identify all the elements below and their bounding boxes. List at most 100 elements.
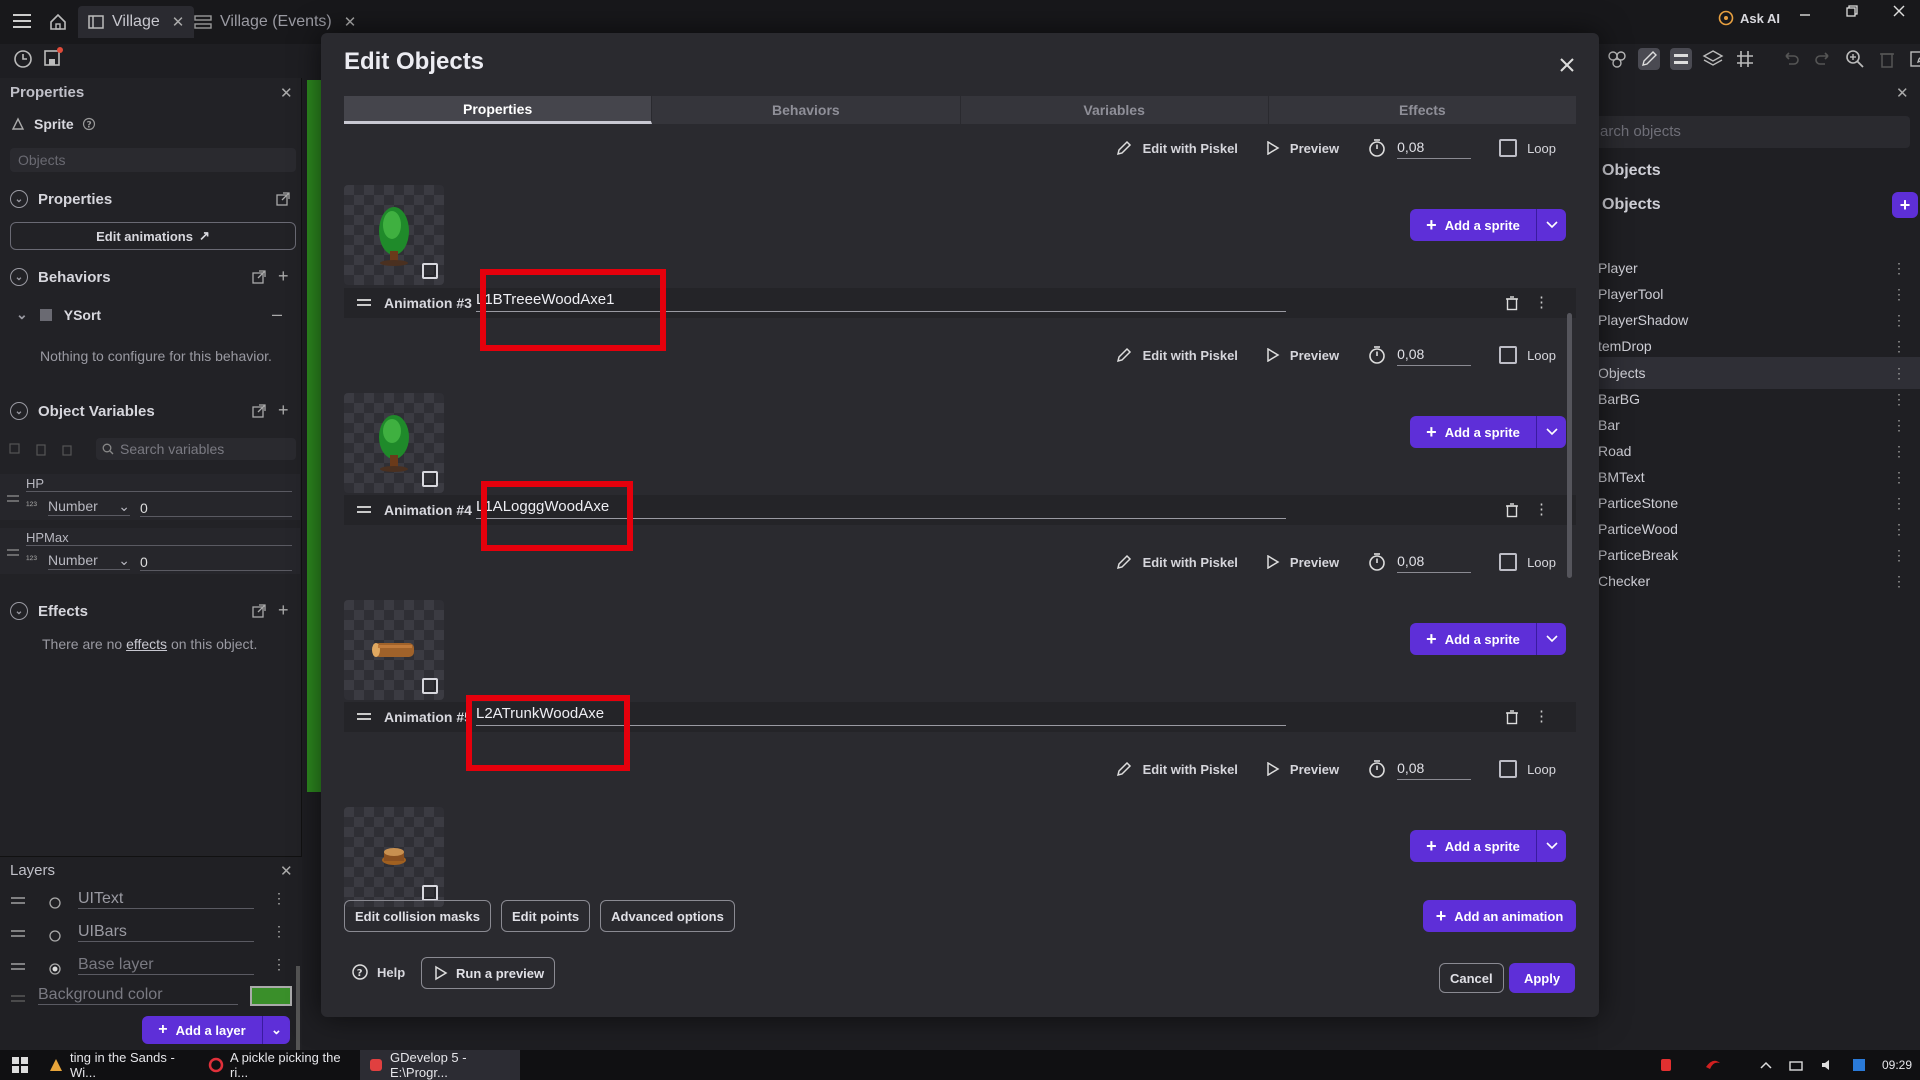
sprite-thumbnail[interactable]: [344, 600, 444, 700]
layer-name[interactable]: UIText: [78, 890, 254, 909]
minimize-icon[interactable]: [1798, 8, 1812, 22]
tab-effects[interactable]: Effects: [1269, 96, 1576, 124]
loop-toggle[interactable]: Loop: [1499, 139, 1556, 157]
add-variable-icon[interactable]: +: [278, 400, 289, 421]
search-variables-input[interactable]: Search variables: [96, 438, 296, 460]
copy-icon[interactable]: [8, 442, 22, 456]
object-name-input[interactable]: Objects: [10, 148, 296, 172]
more-icon[interactable]: ⋮: [1892, 495, 1906, 512]
behavior-ysort[interactable]: ⌄ YSort: [16, 306, 101, 323]
windows-start-icon[interactable]: [0, 1050, 40, 1080]
loop-checkbox[interactable]: [1499, 346, 1518, 364]
close-icon[interactable]: [1553, 51, 1581, 79]
edit-collision-masks-button[interactable]: Edit collision masks: [344, 900, 491, 932]
tray-expand-icon[interactable]: [1752, 1050, 1780, 1080]
open-external-icon[interactable]: [252, 270, 266, 284]
trash-icon[interactable]: [1504, 502, 1520, 518]
loop-toggle[interactable]: Loop: [1499, 553, 1556, 571]
sprite-select-checkbox[interactable]: [422, 678, 438, 694]
add-sprite-button[interactable]: + Add a sprite: [1410, 209, 1566, 241]
behaviors-section-header[interactable]: ⌄ Behaviors: [10, 268, 111, 286]
grid-icon[interactable]: [1734, 48, 1756, 70]
loop-checkbox[interactable]: [1499, 553, 1518, 571]
group-header[interactable]: Objects: [1602, 162, 1661, 180]
chevron-down-icon[interactable]: ⌄: [262, 1016, 290, 1044]
add-sprite-button[interactable]: + Add a sprite: [1410, 830, 1566, 862]
remove-behavior-icon[interactable]: –: [272, 304, 282, 325]
group-header[interactable]: Objects: [1602, 196, 1661, 214]
edit-icon[interactable]: [1638, 48, 1660, 70]
tray-opera-icon[interactable]: [1696, 1050, 1730, 1080]
layers-icon[interactable]: [1702, 48, 1724, 70]
sprite-select-checkbox[interactable]: [422, 471, 438, 487]
object-variables-section-header[interactable]: ⌄ Object Variables: [10, 402, 155, 420]
variable-type-select[interactable]: Number ⌄: [48, 498, 130, 516]
restore-icon[interactable]: [1845, 4, 1859, 18]
drag-handle-icon[interactable]: [356, 298, 372, 308]
window-close-icon[interactable]: [1892, 4, 1906, 18]
variable-value[interactable]: 0: [140, 554, 292, 571]
loop-checkbox[interactable]: [1499, 760, 1518, 778]
more-icon[interactable]: ⋮: [272, 923, 286, 940]
more-icon[interactable]: ⋮: [1892, 417, 1906, 434]
save-icon[interactable]: [42, 46, 64, 68]
edit-animations-button[interactable]: Edit animations ↗: [10, 222, 296, 250]
more-icon[interactable]: ⋮: [272, 890, 286, 907]
trash-icon[interactable]: [1504, 295, 1520, 311]
chevron-down-icon[interactable]: [1536, 209, 1566, 241]
add-effect-icon[interactable]: +: [278, 600, 289, 621]
add-sprite-main[interactable]: + Add a sprite: [1410, 209, 1536, 241]
sprite-select-checkbox[interactable]: [422, 263, 438, 279]
variable-name[interactable]: HPMax: [26, 530, 292, 546]
loop-toggle[interactable]: Loop: [1499, 346, 1556, 364]
animation-speed-input[interactable]: 0,08: [1397, 758, 1472, 780]
delete-icon[interactable]: [60, 442, 74, 456]
more-icon[interactable]: ⋮: [1534, 500, 1549, 518]
more-icon[interactable]: ⋮: [1534, 707, 1549, 725]
more-icon[interactable]: ⋮: [1892, 573, 1906, 590]
taskbar-item[interactable]: GDevelop 5 - E:\Progr...: [360, 1050, 520, 1080]
visibility-toggle-icon[interactable]: [48, 896, 62, 910]
add-sprite-main[interactable]: + Add a sprite: [1410, 416, 1536, 448]
layer-name[interactable]: Base layer: [78, 956, 254, 975]
chevron-down-icon[interactable]: [1536, 416, 1566, 448]
add-layer-button[interactable]: + Add a layer ⌄: [142, 1016, 290, 1044]
more-icon[interactable]: ⋮: [1892, 286, 1906, 303]
scrollbar[interactable]: [1567, 313, 1572, 578]
more-icon[interactable]: ⋮: [1892, 547, 1906, 564]
variable-type-select[interactable]: Number ⌄: [48, 552, 130, 570]
help-icon[interactable]: ?: [82, 117, 96, 131]
scrollbar[interactable]: [296, 966, 300, 1050]
animation-speed-input[interactable]: 0,08: [1397, 344, 1472, 366]
add-sprite-main[interactable]: + Add a sprite: [1410, 623, 1536, 655]
search-objects-input[interactable]: arch objects: [1598, 116, 1910, 148]
preview-button[interactable]: Preview: [1266, 348, 1339, 363]
help-button[interactable]: ? Help: [351, 963, 405, 981]
redo-icon[interactable]: [1812, 48, 1834, 70]
drag-handle-icon[interactable]: [10, 962, 26, 972]
more-icon[interactable]: ⋮: [1892, 312, 1906, 329]
add-layer-main[interactable]: + Add a layer: [142, 1016, 262, 1044]
more-icon[interactable]: ⋮: [1892, 260, 1906, 277]
tray-app-icon[interactable]: [1650, 1050, 1682, 1080]
preview-button[interactable]: Preview: [1266, 762, 1339, 777]
tab-behaviors[interactable]: Behaviors: [652, 96, 961, 124]
taskbar-item[interactable]: A pickle picking the ri...: [200, 1050, 360, 1080]
cancel-button[interactable]: Cancel: [1439, 963, 1504, 993]
properties-section-header[interactable]: ⌄ Properties: [10, 190, 112, 208]
add-sprite-button[interactable]: + Add a sprite: [1410, 416, 1566, 448]
variable-value[interactable]: 0: [140, 500, 292, 517]
tab-village[interactable]: Village ✕: [78, 6, 195, 38]
close-tab-icon[interactable]: ✕: [172, 13, 185, 31]
drag-handle-icon[interactable]: [6, 548, 20, 558]
preview-button[interactable]: Preview: [1266, 555, 1339, 570]
trash-icon[interactable]: [1876, 48, 1898, 70]
more-icon[interactable]: ⋮: [1892, 391, 1906, 408]
tab-variables[interactable]: Variables: [961, 96, 1269, 124]
tray-network-icon[interactable]: [1780, 1050, 1812, 1080]
more-icon[interactable]: ⋮: [1892, 469, 1906, 486]
close-panel-icon[interactable]: ✕: [280, 862, 293, 880]
chevron-down-icon[interactable]: [1536, 830, 1566, 862]
open-external-icon[interactable]: [252, 404, 266, 418]
add-animation-button[interactable]: + Add an animation: [1423, 900, 1576, 932]
